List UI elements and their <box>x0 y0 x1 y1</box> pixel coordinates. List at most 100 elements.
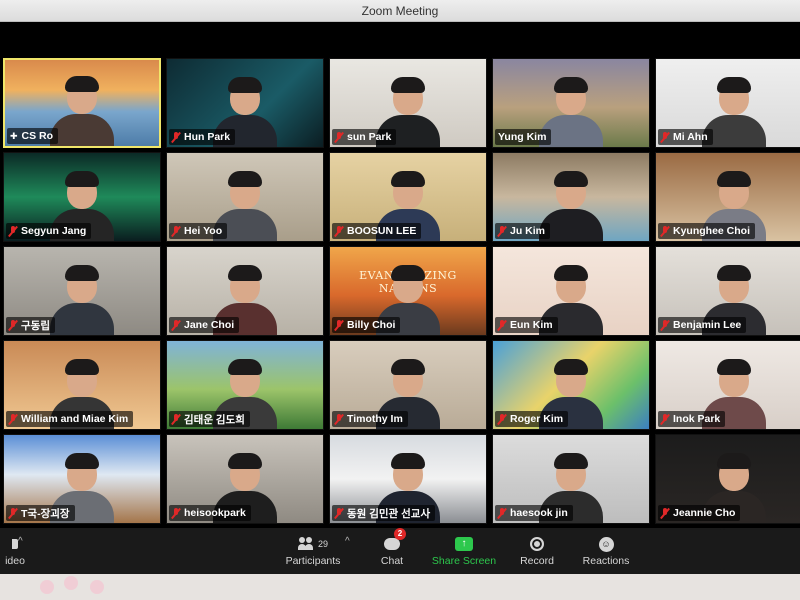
record-icon <box>530 537 544 551</box>
participant-tile[interactable]: Roger Kim <box>492 340 650 430</box>
participant-tile[interactable]: EVANGELIZING NATIONSBilly Choi <box>329 246 487 336</box>
participant-name: Mi Ahn <box>673 131 708 143</box>
participant-tile[interactable]: sun Park <box>329 58 487 148</box>
mic-muted-icon <box>661 131 669 143</box>
participant-tile[interactable]: haesook jin <box>492 434 650 524</box>
participant-name: William and Miae Kim <box>21 413 129 425</box>
mic-muted-icon <box>172 225 180 237</box>
participant-tile[interactable]: Eun Kim <box>492 246 650 336</box>
participant-name: Inok Park <box>673 413 721 425</box>
participant-name-label: Kyunghee Choi <box>658 223 756 239</box>
share-screen-button[interactable]: ↑ Share Screen <box>428 534 500 572</box>
participant-name: Roger Kim <box>510 413 564 425</box>
mic-muted-icon <box>335 507 343 519</box>
meeting-toolbar: ideo ^ 29 Participants ^ 2 Chat ↑ Share … <box>0 528 800 574</box>
participant-tile[interactable]: T국-장괴장 <box>3 434 161 524</box>
mic-muted-icon <box>9 225 17 237</box>
participant-name-label: Mi Ahn <box>658 129 713 145</box>
participant-tile[interactable]: 동원 김민관 선교사 <box>329 434 487 524</box>
mic-muted-icon <box>335 319 343 331</box>
mic-muted-icon <box>172 413 180 425</box>
participant-tile[interactable]: Jeannie Cho <box>655 434 800 524</box>
participant-name-label: heisookpark <box>169 505 251 521</box>
mic-muted-icon <box>172 131 180 143</box>
mic-muted-icon <box>498 413 506 425</box>
record-button[interactable]: Record <box>514 534 560 572</box>
participant-name-label: 구동립 <box>6 317 55 333</box>
smiley-icon: ☺ <box>598 536 614 552</box>
participant-tile[interactable]: Segyun Jang <box>3 152 161 242</box>
participant-name-label: BOOSUN LEE <box>332 223 422 239</box>
participant-name-label: Segyun Jang <box>6 223 92 239</box>
participant-name-label: Jeannie Cho <box>658 505 741 521</box>
participant-tile[interactable]: 김태운 김도희 <box>166 340 324 430</box>
participant-name-label: Ju Kim <box>495 223 551 239</box>
participant-name: Hun Park <box>184 131 231 143</box>
participant-name: Ju Kim <box>510 225 546 237</box>
share-screen-label: Share Screen <box>431 555 497 567</box>
participant-name-label: William and Miae Kim <box>6 411 134 427</box>
mic-muted-icon <box>335 413 343 425</box>
video-button-label: ideo <box>5 555 25 567</box>
participant-tile[interactable]: Ju Kim <box>492 152 650 242</box>
participants-label: Participants <box>285 555 341 567</box>
participant-name: 구동립 <box>21 319 50 332</box>
participant-tile[interactable]: Hun Park <box>166 58 324 148</box>
participant-figure <box>50 265 114 335</box>
participant-name-label: Timothy Im <box>332 411 408 427</box>
participant-tile[interactable]: Mi Ahn <box>655 58 800 148</box>
participant-tile[interactable]: Timothy Im <box>329 340 487 430</box>
participant-tile[interactable]: Jane Choi <box>166 246 324 336</box>
reactions-button[interactable]: ☺ Reactions <box>578 534 634 572</box>
pin-icon: ✚ <box>10 130 18 141</box>
mic-muted-icon <box>335 225 343 237</box>
participant-name: 김태운 김도희 <box>184 413 245 426</box>
people-icon <box>297 537 316 551</box>
participant-name: Jane Choi <box>184 319 235 331</box>
participant-name: Jeannie Cho <box>673 507 736 519</box>
mic-muted-icon <box>9 507 17 519</box>
participants-options-chevron-icon[interactable]: ^ <box>345 536 350 547</box>
participant-tile[interactable]: 구동립 <box>3 246 161 336</box>
desktop-background-strip <box>0 574 800 600</box>
participant-tile[interactable]: Inok Park <box>655 340 800 430</box>
mic-muted-icon <box>661 507 669 519</box>
mic-muted-icon <box>498 507 506 519</box>
participant-name-label: Hun Park <box>169 129 236 145</box>
zoom-window: Zoom Meeting ✚ CS Ro Hun Park sun Park Yung … <box>0 0 800 600</box>
mic-muted-icon <box>172 319 180 331</box>
participant-name: Benjamin Lee <box>673 319 742 331</box>
participant-name-label: T국-장괴장 <box>6 505 75 521</box>
participant-tile[interactable]: Yung Kim <box>492 58 650 148</box>
participant-name: heisookpark <box>184 507 246 519</box>
participant-name-label: 동원 김민관 선교사 <box>332 505 436 521</box>
participant-tile[interactable]: Benjamin Lee <box>655 246 800 336</box>
participant-tile[interactable]: Kyunghee Choi <box>655 152 800 242</box>
participant-name-label: Eun Kim <box>495 317 558 333</box>
participant-tile[interactable]: heisookpark <box>166 434 324 524</box>
participant-name: T국-장괴장 <box>21 507 70 520</box>
mic-muted-icon <box>9 319 17 331</box>
video-options-chevron-icon[interactable]: ^ <box>18 536 23 547</box>
mic-muted-icon <box>661 225 669 237</box>
participants-count: 29 <box>317 539 328 549</box>
participant-name-label: haesook jin <box>495 505 573 521</box>
participant-name: 동원 김민관 선교사 <box>347 507 431 520</box>
participant-name-label: Yung Kim <box>495 129 552 145</box>
participant-name-label: Billy Choi <box>332 317 401 333</box>
video-gallery: ✚ CS Ro Hun Park sun Park Yung Kim Mi Ahn Segy… <box>0 48 800 528</box>
participant-tile[interactable]: Hei Yoo <box>166 152 324 242</box>
chat-unread-badge: 2 <box>394 528 406 540</box>
record-label: Record <box>520 555 554 567</box>
video-button[interactable]: ideo <box>0 534 30 572</box>
participant-tile[interactable]: ✚ CS Ro <box>3 58 161 148</box>
participant-tile[interactable]: BOOSUN LEE <box>329 152 487 242</box>
participant-name: Kyunghee Choi <box>673 225 751 237</box>
participant-name-label: 김태운 김도희 <box>169 411 250 427</box>
title-bar: Zoom Meeting <box>0 0 800 22</box>
chat-button[interactable]: 2 Chat <box>372 528 412 572</box>
participant-name: BOOSUN LEE <box>347 225 417 237</box>
participants-button[interactable]: 29 Participants <box>278 534 348 572</box>
mic-muted-icon <box>335 131 343 143</box>
participant-tile[interactable]: William and Miae Kim <box>3 340 161 430</box>
